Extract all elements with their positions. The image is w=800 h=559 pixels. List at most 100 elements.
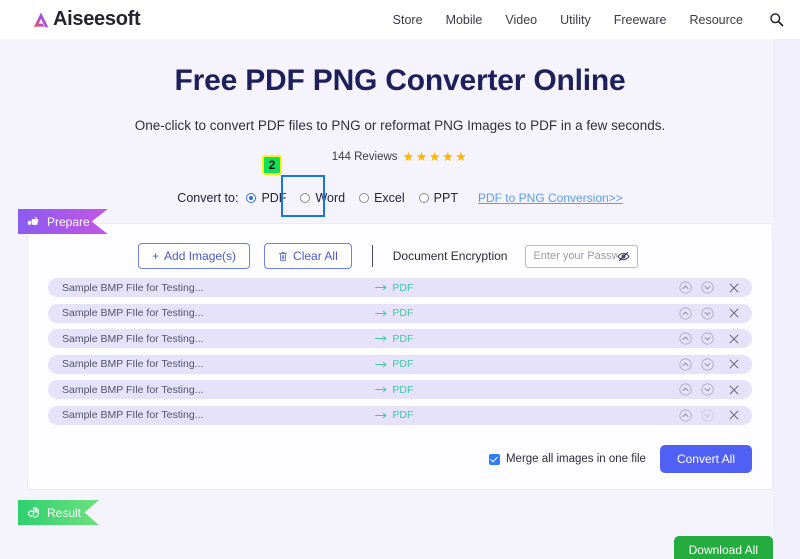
radio-option-pdf[interactable]: PDF — [246, 191, 286, 205]
move-up-icon[interactable] — [679, 332, 692, 345]
radio-label-excel: Excel — [374, 191, 405, 205]
remove-file-icon[interactable] — [728, 358, 740, 370]
arrow-right-icon — [375, 361, 387, 367]
eye-slash-icon[interactable] — [617, 250, 630, 263]
move-down-icon[interactable] — [701, 383, 714, 396]
nav-item-freeware[interactable]: Freeware — [614, 13, 667, 27]
move-up-icon[interactable] — [679, 383, 692, 396]
remove-file-icon[interactable] — [728, 384, 740, 396]
nav-item-utility[interactable]: Utility — [560, 13, 591, 27]
row-actions — [679, 332, 740, 345]
main-nav: Store Mobile Video Utility Freeware Reso… — [393, 12, 784, 27]
file-target-format: PDF — [392, 383, 414, 396]
search-icon[interactable] — [769, 12, 784, 27]
add-images-button[interactable]: + Add Image(s) — [138, 243, 251, 269]
aiseesoft-logo-icon — [33, 12, 49, 27]
table-row[interactable]: Sample BMP FIle for Testing... PDF — [48, 278, 752, 297]
move-down-icon[interactable] — [701, 332, 714, 345]
table-row[interactable]: Sample BMP FIle for Testing... PDF — [48, 380, 752, 399]
row-actions — [679, 357, 740, 371]
arrow-right-icon — [375, 412, 387, 418]
page-subtitle: One-click to convert PDF files to PNG or… — [134, 118, 666, 133]
prepare-card-wrap: Prepare + Add Image(s) Clear All Documen… — [18, 209, 773, 490]
arrow-right-icon — [375, 335, 387, 342]
password-field-wrap[interactable] — [525, 244, 639, 268]
move-up-icon[interactable] — [679, 306, 692, 320]
file-target: PDF — [375, 333, 413, 345]
radio-option-word[interactable]: Word — [300, 191, 345, 205]
file-target-format: PDF — [392, 281, 414, 294]
document-encryption-label: Document Encryption — [392, 249, 508, 263]
radio-dot-word — [300, 193, 311, 203]
merge-all-images-checkbox[interactable]: Merge all images in one file — [488, 453, 646, 465]
move-down-icon — [701, 408, 714, 422]
radio-option-ppt[interactable]: PPT — [418, 191, 458, 205]
row-actions — [679, 383, 740, 396]
move-down-icon[interactable] — [701, 357, 714, 371]
file-name: Sample BMP FIle for Testing... — [62, 332, 204, 345]
file-target-format: PDF — [392, 358, 414, 370]
nav-item-video[interactable]: Video — [505, 13, 537, 27]
file-target-format: PDF — [392, 307, 414, 319]
result-card: Download All — [27, 514, 773, 559]
radio-label-ppt: PPT — [433, 191, 458, 205]
nav-item-resource[interactable]: Resource — [690, 13, 744, 27]
trash-icon — [279, 251, 288, 261]
clear-all-label: Clear All — [293, 249, 338, 263]
clear-all-button[interactable]: Clear All — [264, 243, 352, 269]
hero-section: Free PDF PNG Converter Online One-click … — [0, 39, 800, 165]
arrow-right-icon — [375, 386, 387, 393]
table-row[interactable]: Sample BMP FIle for Testing... PDF — [48, 354, 752, 374]
file-target: PDF — [375, 358, 413, 370]
nav-item-mobile[interactable]: Mobile — [446, 13, 483, 27]
nav-item-store[interactable]: Store — [393, 13, 423, 27]
remove-file-icon[interactable] — [728, 333, 740, 345]
prepare-card: + Add Image(s) Clear All Document Encryp… — [27, 223, 773, 490]
format-radio-group: PDF Word Excel PPT — [246, 191, 458, 205]
prepare-toolbar: + Add Image(s) Clear All Document Encryp… — [28, 238, 772, 269]
pdf-to-png-conversion-link[interactable]: PDF to PNG Conversion>> — [478, 191, 623, 205]
table-row[interactable]: Sample BMP FIle for Testing... PDF — [48, 405, 752, 425]
remove-file-icon[interactable] — [728, 409, 740, 421]
move-up-icon[interactable] — [679, 281, 692, 294]
page-title: Free PDF PNG Converter Online — [174, 64, 626, 97]
file-target: PDF — [375, 409, 413, 421]
file-target: PDF — [375, 307, 413, 319]
radio-dot-excel — [359, 193, 370, 203]
move-up-icon[interactable] — [679, 408, 692, 422]
reviews-line: 144 Reviews ★★★★★ — [0, 149, 800, 165]
pointing-hand-icon — [27, 216, 39, 225]
file-name: Sample BMP FIle for Testing... — [62, 383, 204, 396]
toolbar-divider — [371, 245, 373, 267]
move-down-icon[interactable] — [701, 281, 714, 294]
radio-label-pdf: PDF — [261, 191, 287, 205]
checkbox-icon — [488, 453, 500, 465]
file-target: PDF — [375, 384, 413, 396]
prepare-card-footer: Merge all images in one file Convert All — [28, 431, 772, 489]
radio-option-excel[interactable]: Excel — [359, 191, 405, 205]
file-target-format: PDF — [392, 409, 414, 421]
convert-all-button[interactable]: Convert All — [659, 445, 752, 473]
add-images-label: Add Image(s) — [164, 249, 237, 263]
convert-to-row: Convert to: PDF Word Excel PPT PDF to PN… — [0, 155, 800, 217]
move-down-icon[interactable] — [701, 306, 714, 320]
ok-hand-icon — [27, 507, 39, 518]
radio-label-word: Word — [315, 191, 346, 205]
table-row[interactable]: Sample BMP FIle for Testing... PDF — [48, 303, 752, 323]
star-rating-icon: ★★★★★ — [402, 149, 469, 164]
result-section-wrap: Result Download All — [18, 500, 773, 559]
password-input[interactable] — [533, 250, 618, 262]
remove-file-icon[interactable] — [728, 307, 740, 319]
row-actions — [679, 306, 740, 320]
file-name: Sample BMP FIle for Testing... — [62, 307, 204, 319]
step-badge-2: 2 — [262, 155, 282, 175]
file-name: Sample BMP FIle for Testing... — [62, 281, 204, 294]
download-all-button[interactable]: Download All — [673, 536, 773, 559]
plus-icon: + — [152, 249, 160, 263]
remove-file-icon[interactable] — [728, 282, 740, 294]
move-up-icon[interactable] — [679, 357, 692, 371]
merge-all-images-label: Merge all images in one file — [505, 453, 646, 465]
site-logo[interactable]: Aiseesoft — [30, 8, 141, 31]
table-row[interactable]: Sample BMP FIle for Testing... PDF — [48, 329, 752, 348]
result-ribbon: Result — [18, 500, 100, 525]
